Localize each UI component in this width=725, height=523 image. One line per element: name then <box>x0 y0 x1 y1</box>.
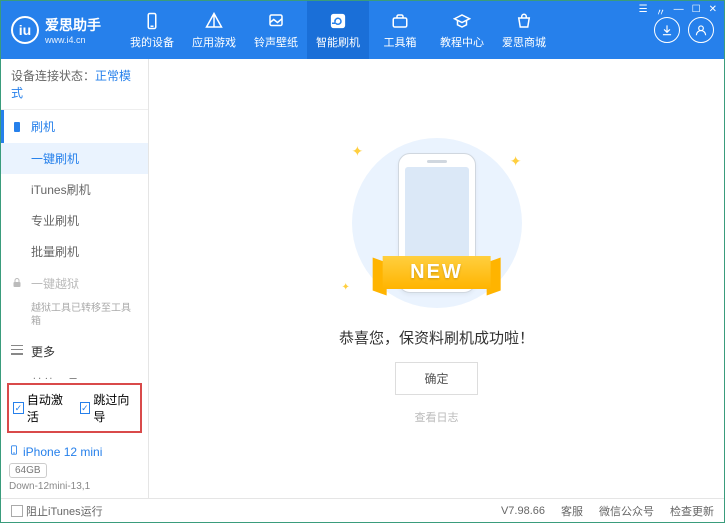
footer-update[interactable]: 检查更新 <box>670 503 714 519</box>
nav-apps-games[interactable]: 应用游戏 <box>183 1 245 59</box>
menu-icon[interactable]: ☰ <box>639 4 648 19</box>
sidebar-item-oneclick-flash[interactable]: 一键刷机 <box>1 143 148 174</box>
device-storage: 64GB <box>9 463 47 478</box>
sidebar-group-flash[interactable]: 刷机 <box>1 110 148 143</box>
checkbox-auto-activate[interactable]: ✓ 自动激活 <box>13 391 70 425</box>
footer-service[interactable]: 客服 <box>561 503 583 519</box>
view-log-link[interactable]: 查看日志 <box>415 409 459 425</box>
logo[interactable]: iu 爱思助手 www.i4.cn <box>11 15 121 45</box>
window-shrink-icon[interactable]: 〃 <box>656 4 666 19</box>
wallpaper-icon <box>266 11 286 31</box>
header: iu 爱思助手 www.i4.cn 我的设备 应用游戏 铃声壁纸 智能刷机 工具… <box>1 1 724 59</box>
phone-icon <box>11 120 25 134</box>
checkbox-icon: ✓ <box>80 402 91 414</box>
device-info[interactable]: iPhone 12 mini 64GB Down-12mini-13,1 <box>1 437 148 498</box>
new-badge: NEW <box>382 256 491 289</box>
user-button[interactable] <box>688 17 714 43</box>
logo-icon: iu <box>11 16 39 44</box>
nav-ringtones[interactable]: 铃声壁纸 <box>245 1 307 59</box>
refresh-icon <box>328 11 348 31</box>
footer: 阻止iTunes运行 V7.98.66 客服 微信公众号 检查更新 <box>1 498 724 522</box>
confirm-button[interactable]: 确定 <box>395 362 477 395</box>
sidebar-item-itunes-flash[interactable]: iTunes刷机 <box>1 174 148 205</box>
nav-my-device[interactable]: 我的设备 <box>121 1 183 59</box>
maximize-icon[interactable]: ☐ <box>692 4 701 19</box>
version-label: V7.98.66 <box>501 505 545 517</box>
nav-tutorials[interactable]: 教程中心 <box>431 1 493 59</box>
toolbox-icon <box>390 11 410 31</box>
sidebar-item-pro-flash[interactable]: 专业刷机 <box>1 205 148 236</box>
window-controls: ☰ 〃 — ☐ ✕ <box>639 4 717 19</box>
success-illustration: ✦ ✦ ✦ NEW <box>322 133 552 313</box>
nav-store[interactable]: 爱思商城 <box>493 1 555 59</box>
sidebar-item-other-tools[interactable]: 其他工具 <box>1 368 148 379</box>
sidebar-group-more[interactable]: 更多 <box>1 335 148 368</box>
hamburger-icon <box>11 345 25 359</box>
checkbox-icon <box>11 505 23 517</box>
device-phone-icon <box>9 443 19 460</box>
sidebar-item-batch-flash[interactable]: 批量刷机 <box>1 236 148 267</box>
checkbox-block-itunes[interactable]: 阻止iTunes运行 <box>11 503 103 519</box>
app-title: 爱思助手 <box>45 15 101 35</box>
app-url: www.i4.cn <box>45 35 101 45</box>
graduation-icon <box>452 11 472 31</box>
minimize-icon[interactable]: — <box>674 4 684 19</box>
device-status: 设备连接状态：正常模式 <box>1 59 148 110</box>
download-button[interactable] <box>654 17 680 43</box>
checkbox-icon: ✓ <box>13 402 24 414</box>
top-nav: 我的设备 应用游戏 铃声壁纸 智能刷机 工具箱 教程中心 爱思商城 <box>121 1 654 59</box>
close-icon[interactable]: ✕ <box>709 4 717 19</box>
nav-smart-flash[interactable]: 智能刷机 <box>307 1 369 59</box>
checkbox-skip-guide[interactable]: ✓ 跳过向导 <box>80 391 137 425</box>
success-message: 恭喜您，保资料刷机成功啦！ <box>339 327 534 348</box>
sidebar: 设备连接状态：正常模式 刷机 一键刷机 iTunes刷机 专业刷机 批量刷机 一… <box>1 59 149 498</box>
nav-toolbox[interactable]: 工具箱 <box>369 1 431 59</box>
main-content: ✦ ✦ ✦ NEW 恭喜您，保资料刷机成功啦！ 确定 查看日志 <box>149 59 724 498</box>
lock-icon <box>11 277 25 291</box>
apps-icon <box>204 11 224 31</box>
jailbreak-note: 越狱工具已转移至工具箱 <box>1 300 148 335</box>
device-icon <box>142 11 162 31</box>
device-name: iPhone 12 mini <box>23 445 102 459</box>
store-icon <box>514 11 534 31</box>
sidebar-group-jailbreak: 一键越狱 <box>1 267 148 300</box>
options-highlight: ✓ 自动激活 ✓ 跳过向导 <box>7 383 142 433</box>
footer-wechat[interactable]: 微信公众号 <box>599 503 654 519</box>
device-detail: Down-12mini-13,1 <box>9 481 140 492</box>
